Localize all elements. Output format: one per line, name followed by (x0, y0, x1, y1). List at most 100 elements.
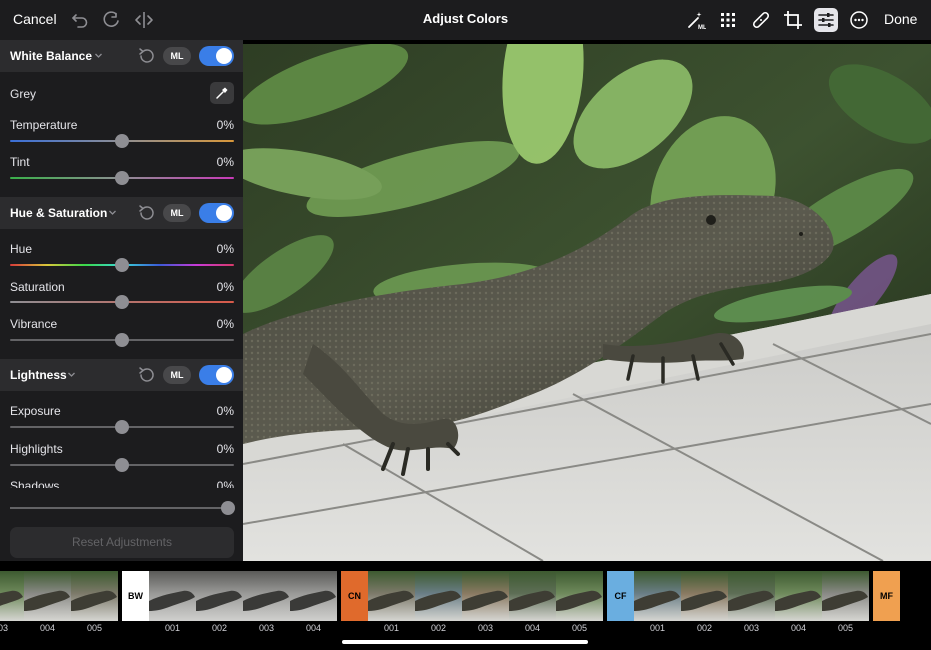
compare-icon[interactable] (132, 8, 156, 32)
white-balance-title: White Balance (10, 49, 93, 63)
lightness-toggle[interactable] (199, 365, 234, 385)
filter-thumbnail[interactable] (556, 571, 603, 621)
toggle-knob (216, 367, 232, 383)
exposure-slider-thumb[interactable] (115, 420, 129, 434)
lizard-photo (243, 44, 931, 561)
reset-icon[interactable] (137, 203, 157, 223)
filter-thumbnail[interactable] (243, 571, 290, 621)
magic-wand-ml-icon[interactable]: ML (684, 8, 708, 32)
photo-canvas[interactable] (243, 44, 931, 561)
hue-value: 0% (216, 242, 234, 256)
crop-icon[interactable] (781, 8, 805, 32)
temperature-label: Temperature (10, 118, 78, 132)
master-slider[interactable] (10, 507, 234, 509)
chevron-down-icon (109, 210, 116, 215)
tint-value: 0% (216, 155, 234, 169)
filter-thumbnail[interactable] (728, 571, 775, 621)
tint-label: Tint (10, 155, 30, 169)
undo-icon[interactable] (68, 8, 92, 32)
filter-thumbnail-label: 004 (39, 623, 56, 633)
filter-thumbnail[interactable] (368, 571, 415, 621)
home-indicator (342, 640, 588, 644)
filter-thumbnail[interactable] (0, 571, 24, 621)
filter-thumbnail[interactable] (509, 571, 556, 621)
filter-group-badge-mf[interactable]: MF (873, 571, 900, 621)
top-toolbar: Cancel Adjust Colors ML Done (0, 0, 931, 40)
filter-thumbnail[interactable] (290, 571, 337, 621)
hue-slider-thumb[interactable] (115, 258, 129, 272)
reset-adjustments-button[interactable]: Reset Adjustments (10, 527, 234, 558)
filter-group-badge-bw[interactable]: BW (122, 571, 149, 621)
filter-thumbnail[interactable] (415, 571, 462, 621)
filter-thumbnail-label: 002 (430, 623, 447, 633)
filter-thumbnail[interactable] (775, 571, 822, 621)
filter-group-badge-cn[interactable]: CN (341, 571, 368, 621)
tint-slider-thumb[interactable] (115, 171, 129, 185)
master-slider-thumb[interactable] (221, 501, 235, 515)
filter-thumbnail-label: 004 (524, 623, 541, 633)
highlights-label: Highlights (10, 442, 63, 456)
exposure-value: 0% (216, 404, 234, 418)
lightness-header[interactable]: Lightness ML (0, 359, 243, 391)
filter-thumbnail-label: 001 (383, 623, 400, 633)
done-button[interactable]: Done (884, 11, 917, 27)
saturation-label: Saturation (10, 280, 65, 294)
sliders-icon[interactable] (814, 8, 838, 32)
adjust-footer: Reset Adjustments (0, 488, 243, 561)
white-balance-header[interactable]: White Balance ML (0, 40, 243, 72)
highlights-value: 0% (216, 442, 234, 456)
ml-button[interactable]: ML (163, 204, 191, 222)
highlights-slider-thumb[interactable] (115, 458, 129, 472)
cancel-button[interactable]: Cancel (13, 11, 57, 27)
eyedropper-icon (216, 87, 228, 99)
temperature-value: 0% (216, 118, 234, 132)
filter-thumbnail[interactable] (681, 571, 728, 621)
hue-saturation-title: Hue & Saturation (10, 206, 108, 220)
adjust-colors-panel: White Balance ML Grey Temperature 0% Tin… (0, 40, 243, 561)
saturation-value: 0% (216, 280, 234, 294)
vibrance-value: 0% (216, 317, 234, 331)
white-balance-toggle[interactable] (199, 46, 234, 66)
vibrance-slider-thumb[interactable] (115, 333, 129, 347)
filter-thumbnail[interactable] (24, 571, 71, 621)
filter-thumbnail-label: 002 (211, 623, 228, 633)
toggle-knob (216, 205, 232, 221)
grid-icon[interactable] (716, 8, 740, 32)
filter-thumbnail[interactable] (462, 571, 509, 621)
filter-thumbnail[interactable] (149, 571, 196, 621)
filter-thumbnail[interactable] (71, 571, 118, 621)
hue-saturation-header[interactable]: Hue & Saturation ML (0, 197, 243, 229)
exposure-label: Exposure (10, 404, 61, 418)
filter-thumbnail[interactable] (822, 571, 869, 621)
filter-thumbnail[interactable] (634, 571, 681, 621)
filter-thumbnails: BW CN CF MF (0, 571, 931, 621)
filter-thumbnail-label: 003 (477, 623, 494, 633)
vibrance-label: Vibrance (10, 317, 58, 331)
more-icon[interactable] (847, 8, 871, 32)
bandage-icon[interactable] (749, 8, 773, 32)
toggle-knob (216, 48, 232, 64)
filter-thumbnail-label: 002 (696, 623, 713, 633)
eyedropper-button[interactable] (210, 82, 234, 104)
hue-saturation-toggle[interactable] (199, 203, 234, 223)
filter-thumbnail-label: 001 (164, 623, 181, 633)
hue-label: Hue (10, 242, 33, 256)
reset-icon[interactable] (137, 365, 157, 385)
filter-group-badge-cf[interactable]: CF (607, 571, 634, 621)
saturation-slider-thumb[interactable] (115, 295, 129, 309)
chevron-down-icon (68, 372, 75, 377)
redo-icon[interactable] (100, 8, 124, 32)
ml-button[interactable]: ML (163, 366, 191, 384)
ml-button[interactable]: ML (163, 47, 191, 65)
lightness-title: Lightness (10, 368, 67, 382)
filter-thumbnail[interactable] (196, 571, 243, 621)
svg-text:ML: ML (698, 25, 706, 30)
reset-icon[interactable] (137, 46, 157, 66)
filter-thumbnail-label: 005 (571, 623, 588, 633)
filter-thumbnail-label: 004 (790, 623, 807, 633)
filter-thumbnail-label: 005 (86, 623, 103, 633)
chevron-down-icon (95, 53, 102, 58)
filter-thumbnail-label: 004 (305, 623, 322, 633)
filter-strip: BW CN CF MF 003 004 005 001 002 003 004 001 002 003 0… (0, 561, 931, 650)
temperature-slider-thumb[interactable] (115, 134, 129, 148)
